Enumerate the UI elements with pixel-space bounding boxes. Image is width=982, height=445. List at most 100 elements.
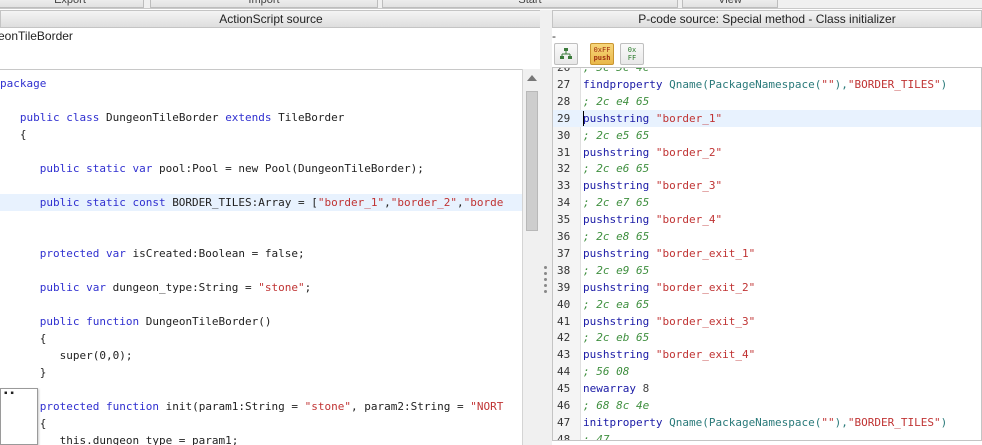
pcode-text: pushstring "border_3" <box>583 177 722 194</box>
code-line[interactable]: public class DungeonTileBorder extends T… <box>0 109 522 126</box>
scroll-thumb[interactable] <box>526 91 538 231</box>
hex-button[interactable]: 0x FF <box>620 43 644 65</box>
code-line[interactable]: package <box>0 75 522 92</box>
pcode-line[interactable]: 35 pushstring "border_4" <box>553 211 981 228</box>
pcode-line[interactable]: 27 findproperty Qname(PackageNamespace(""… <box>553 76 981 93</box>
code-line[interactable] <box>0 228 522 245</box>
pcode-toolbar: - 0xFF push 0x FF <box>552 29 982 67</box>
code-token: , <box>456 196 464 209</box>
pcode-line[interactable]: 43 pushstring "border_exit_4" <box>553 346 981 363</box>
pcode-line[interactable]: 48 ; 47 <box>553 431 981 440</box>
code-line[interactable]: protected var isCreated:Boolean = false; <box>0 245 522 262</box>
pcode-token: ; 2c e6 65 <box>583 162 650 176</box>
start-button[interactable]: Start <box>382 0 678 8</box>
pcode-line[interactable]: 30 ; 2c e5 65 <box>553 127 981 144</box>
pcode-line[interactable]: 33 pushstring "border_3" <box>553 177 981 194</box>
pcode-line[interactable]: 38 ; 2c e9 65 <box>553 262 981 279</box>
code-token: isCreated:Boolean = false; <box>132 247 305 260</box>
pcode-line[interactable]: 37 pushstring "border_exit_1" <box>553 245 981 262</box>
code-line[interactable]: public static const BORDER_TILES:Array =… <box>0 194 522 211</box>
pcode-text: ; 2c ea 65 <box>583 296 649 313</box>
export-button[interactable]: Export <box>0 0 144 8</box>
pcode-line[interactable]: 41 pushstring "border_exit_3" <box>553 313 981 330</box>
line-number: 43 <box>557 348 571 362</box>
code-line[interactable] <box>0 92 522 109</box>
view-button[interactable]: View <box>682 0 778 8</box>
code-line[interactable]: public function DungeonTileBorder() <box>0 313 522 330</box>
line-number: 30 <box>557 128 571 142</box>
code-token: extends <box>225 111 279 124</box>
import-button[interactable]: Import <box>150 0 378 8</box>
pcode-line[interactable]: 46 ; 68 8c 4e <box>553 397 981 414</box>
pcode-line[interactable]: 31 pushstring "border_2" <box>553 144 981 161</box>
pcode-text: pushstring "border_exit_1" <box>583 245 755 262</box>
code-line[interactable]: { <box>0 415 522 432</box>
pcode-line[interactable]: 36 ; 2c e8 65 <box>553 228 981 245</box>
pcode-token: pushstring <box>583 213 656 227</box>
pcode-line[interactable]: 26 ; 5c 5c 4c <box>553 68 981 76</box>
line-number: 44 <box>557 365 571 379</box>
code-line[interactable]: protected function init(param1:String = … <box>0 398 522 415</box>
code-line[interactable]: { <box>0 126 522 143</box>
graph-button[interactable] <box>554 43 578 65</box>
code-line[interactable] <box>0 211 522 228</box>
pcode-token: pushstring <box>583 348 656 362</box>
panel-splitter[interactable] <box>540 10 552 445</box>
pcode-line[interactable]: 47 initproperty Qname(PackageNamespace(""… <box>553 414 981 431</box>
pcode-line[interactable]: 29 pushstring "border_1" <box>553 109 981 127</box>
pcode-token: ) <box>940 77 948 91</box>
code-line[interactable]: public static var pool:Pool = new Pool(D… <box>0 160 522 177</box>
pcode-line[interactable]: 42 ; 2c eb 65 <box>553 329 981 346</box>
pcode-text: pushstring "border_1" <box>583 110 722 127</box>
pcode-line[interactable]: 28 ; 2c e4 65 <box>553 93 981 110</box>
pcode-line[interactable]: 34 ; 2c e7 65 <box>553 194 981 211</box>
hex-push-button[interactable]: 0xFF push <box>590 43 614 65</box>
grip-dot <box>544 272 547 275</box>
code-line[interactable] <box>0 262 522 279</box>
pcode-line[interactable]: 39 pushstring "border_exit_2" <box>553 279 981 296</box>
pcode-token: ), <box>834 77 848 91</box>
line-number: 45 <box>557 382 571 396</box>
grip-dot <box>544 290 547 293</box>
code-line[interactable]: { <box>0 330 522 347</box>
pcode-editor[interactable]: 26 ; 5c 5c 4c 27 findproperty Qname(Package… <box>552 67 982 441</box>
code-token: public var <box>0 281 113 294</box>
line-number: 29 <box>557 111 571 125</box>
pcode-token: pushstring <box>583 145 656 159</box>
actionscript-editor[interactable]: package public class DungeonTileBorder e… <box>0 69 522 445</box>
editor-scrollbar[interactable] <box>522 69 540 445</box>
code-token: "NORT <box>470 400 504 413</box>
code-line[interactable] <box>0 143 522 160</box>
code-line[interactable]: super(0,0); <box>0 347 522 364</box>
hex-bottom-label: FF <box>627 54 637 62</box>
pcode-line[interactable]: 40 ; 2c ea 65 <box>553 296 981 313</box>
pcode-token: ) <box>940 415 948 429</box>
pcode-line[interactable]: 44 ; 56 08 <box>553 363 981 380</box>
pcode-token: "border_exit_4" <box>655 348 756 362</box>
code-line[interactable]: } <box>0 364 522 381</box>
pcode-line[interactable]: 32 ; 2c e6 65 <box>553 160 981 177</box>
pcode-line[interactable]: 45 newarray 8 <box>553 380 981 397</box>
line-number: 33 <box>557 179 571 193</box>
code-token: pool:Pool = new Pool(DungeonTileBorder); <box>158 162 424 175</box>
code-line[interactable]: this.dungeon_type = param1; <box>0 432 522 445</box>
line-number: 41 <box>557 314 571 328</box>
line-number: 34 <box>557 196 571 210</box>
code-line[interactable] <box>0 177 522 194</box>
code-token: "borde <box>463 196 504 209</box>
code-line[interactable] <box>0 296 522 313</box>
code-line[interactable]: public var dungeon_type:String = "stone"… <box>0 279 522 296</box>
scroll-up-icon[interactable] <box>527 75 537 81</box>
bottom-resize-grip[interactable] <box>762 441 798 445</box>
pcode-text: pushstring "border_2" <box>583 144 722 161</box>
actionscript-panel-header[interactable]: ActionScript source <box>0 10 542 28</box>
code-line[interactable] <box>0 381 522 398</box>
hex-push-top-label: 0xFF <box>593 46 611 54</box>
pcode-text: ; 47 <box>583 431 610 440</box>
code-token: dungeon_type:String = <box>112 281 259 294</box>
line-number: 39 <box>557 280 571 294</box>
pcode-token: ; 2c e7 65 <box>583 196 650 210</box>
pcode-panel-header[interactable]: P-code source: Special method - Class in… <box>552 10 982 28</box>
code-token: BORDER_TILES:Array = [ <box>172 196 318 209</box>
autocomplete-popup[interactable]: ▪ ▪ <box>0 388 38 445</box>
